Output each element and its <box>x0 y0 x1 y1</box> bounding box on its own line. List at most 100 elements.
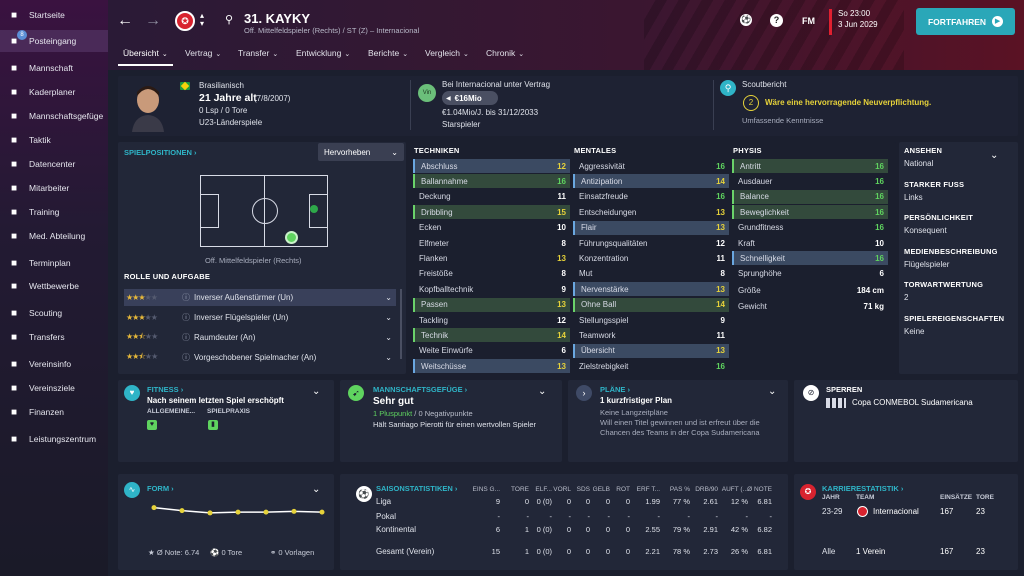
tab-vertrag[interactable]: Vertrag ⌄ <box>185 48 221 58</box>
sidebar-item-kaderplaner[interactable]: ■ Kaderplaner <box>0 81 108 103</box>
morale-title[interactable]: MANNSCHAFTSGEFÜGE › <box>373 385 467 394</box>
sidebar-item-startseite[interactable]: ■ Startseite <box>0 4 108 26</box>
tab-entwicklung[interactable]: Entwicklung ⌄ <box>296 48 350 58</box>
attribute-row[interactable]: Elfmeter 8 <box>413 236 570 250</box>
attribute-row[interactable]: Kopfballtechnik 9 <box>413 282 570 296</box>
column-header[interactable]: ERF T... <box>632 486 660 493</box>
highlight-dropdown[interactable]: Hervorheben ⌄ <box>318 143 404 161</box>
role-row[interactable]: ★★⯪★★ ⓘ Vorgeschobener Spielmacher (An) ⌄ <box>124 349 396 366</box>
role-row[interactable]: ★★★★★ ⓘ Inverser Flügelspieler (Un) ⌄ <box>124 309 396 326</box>
roles-scrollbar[interactable] <box>400 289 402 359</box>
sidebar-item-mitarbeiter[interactable]: ■ Mitarbeiter <box>0 177 108 199</box>
attribute-row[interactable]: Konzentration 11 <box>573 251 729 265</box>
attribute-row[interactable]: Ohne Ball 14 <box>573 297 729 312</box>
attribute-row[interactable]: Aggressivität 16 <box>573 159 729 173</box>
tab-übersicht[interactable]: Übersicht ⌄ <box>123 48 168 58</box>
club-crest-icon[interactable]: ✪ <box>175 11 195 31</box>
sidebar-item-finanzen[interactable]: ■ Finanzen <box>0 401 108 423</box>
season-title[interactable]: SAISONSTATISTIKEN › <box>376 484 457 493</box>
sidebar-item-mannschaft[interactable]: ■ Mannschaft <box>0 57 108 79</box>
sidebar-item-posteingang[interactable]: ■ 8 Posteingang <box>0 30 108 52</box>
role-row[interactable]: ★★★★★ ⓘ Inverser Außenstürmer (Un) ⌄ <box>124 289 396 306</box>
role-row[interactable]: ★★⯪★★ ⓘ Raumdeuter (An) ⌄ <box>124 329 396 346</box>
chevron-down-icon[interactable]: ⌄ <box>990 150 998 161</box>
attribute-row[interactable]: Passen 13 <box>413 297 570 312</box>
attribute-row[interactable]: Einsatzfreude 16 <box>573 190 729 204</box>
attribute-row[interactable]: Teamwork 11 <box>573 328 729 342</box>
sidebar-item-vereinsinfo[interactable]: ■ Vereinsinfo <box>0 353 108 375</box>
fitness-expand-icon[interactable]: ⌄ <box>312 386 320 397</box>
date-box[interactable]: So 23:00 3 Jun 2029 <box>829 9 904 35</box>
attribute-row[interactable]: Übersicht 13 <box>573 343 729 358</box>
career-header[interactable]: JAHR <box>822 494 840 501</box>
attribute-row[interactable]: Abschluss 12 <box>413 159 570 173</box>
attribute-row[interactable]: Weite Einwürfe 6 <box>413 344 570 358</box>
positions-title[interactable]: SPIELPOSITIONEN › <box>124 148 197 157</box>
ball-icon[interactable]: ⚽ <box>740 14 752 26</box>
sidebar-item-wettbewerbe[interactable]: ■ Wettbewerbe <box>0 275 108 297</box>
sidebar-item-datencenter[interactable]: ■ Datencenter <box>0 153 108 175</box>
sidebar-item-leistungszentrum[interactable]: ■ Leistungszentrum <box>0 428 108 450</box>
attribute-row[interactable]: Tackling 12 <box>413 313 570 327</box>
column-header[interactable]: EINS G... <box>472 486 500 493</box>
column-header[interactable]: PAS % <box>662 486 690 493</box>
attribute-row[interactable]: Technik 14 <box>413 328 570 343</box>
form-title[interactable]: FORM › <box>147 484 174 493</box>
club-switch-icon[interactable]: ▴ ▾ <box>200 12 204 28</box>
attribute-row[interactable]: Antizipation 14 <box>573 174 729 189</box>
sidebar-item-vereinsziele[interactable]: ■ Vereinsziele <box>0 377 108 399</box>
attribute-row[interactable]: Stellungsspiel 9 <box>573 313 729 327</box>
attribute-row[interactable]: Grundfitness 16 <box>732 221 888 235</box>
attribute-row[interactable]: Führungsqualitäten 12 <box>573 236 729 250</box>
attribute-row[interactable]: Antritt 16 <box>732 159 888 173</box>
sidebar-item-med-abteilung[interactable]: ■ Med. Abteilung <box>0 225 108 247</box>
tab-vergleich[interactable]: Vergleich ⌄ <box>425 48 469 58</box>
attribute-row[interactable]: Balance 16 <box>732 189 888 204</box>
attribute-row[interactable]: Entscheidungen 13 <box>573 205 729 219</box>
column-header[interactable]: DRB/90 <box>690 486 718 493</box>
attribute-row[interactable]: Zielstrebigkeit 16 <box>573 359 729 373</box>
sidebar-item-taktik[interactable]: ■ Taktik <box>0 129 108 151</box>
attribute-row[interactable]: Flair 13 <box>573 220 729 235</box>
attribute-row[interactable]: Freistöße 8 <box>413 267 570 281</box>
plans-expand-icon[interactable]: ⌄ <box>768 386 776 397</box>
sidebar-item-transfers[interactable]: ■ Transfers <box>0 326 108 348</box>
tab-berichte[interactable]: Berichte ⌄ <box>368 48 408 58</box>
attribute-row[interactable]: Schnelligkeit 16 <box>732 251 888 266</box>
forward-icon[interactable]: → <box>145 12 161 30</box>
sidebar-item-terminplan[interactable]: ■ Terminplan <box>0 252 108 274</box>
tab-chronik[interactable]: Chronik ⌄ <box>486 48 524 58</box>
career-title[interactable]: KARRIERESTATISTIK › <box>822 484 903 493</box>
sidebar-item-mannschaftsgefüge[interactable]: ■ Mannschaftsgefüge <box>0 105 108 127</box>
attribute-row[interactable]: Beweglichkeit 16 <box>732 205 888 220</box>
attribute-row[interactable]: Ballannahme 16 <box>413 174 570 189</box>
tab-transfer[interactable]: Transfer ⌄ <box>238 48 278 58</box>
column-header[interactable]: ROT <box>602 486 630 493</box>
sidebar-item-scouting[interactable]: ■ Scouting <box>0 302 108 324</box>
search-icon[interactable]: ⚲ <box>225 13 233 26</box>
attribute-row[interactable]: Ecken 10 <box>413 221 570 235</box>
attribute-row[interactable]: Nervenstärke 13 <box>573 282 729 297</box>
attribute-row[interactable]: Deckung 11 <box>413 190 570 204</box>
attribute-row[interactable]: Dribbling 15 <box>413 205 570 220</box>
help-icon[interactable]: ? <box>770 14 783 27</box>
attribute-row[interactable]: Kraft 10 <box>732 236 888 250</box>
column-header[interactable]: Ø NOTE <box>744 486 772 493</box>
fitness-title[interactable]: FITNESS › <box>147 385 183 394</box>
career-team[interactable]: Internacional <box>873 507 919 516</box>
attribute-row[interactable]: Ausdauer 16 <box>732 174 888 188</box>
form-expand-icon[interactable]: ⌄ <box>312 484 320 495</box>
attribute-row[interactable]: Mut 8 <box>573 267 729 281</box>
back-icon[interactable]: ← <box>117 12 133 30</box>
continue-button[interactable]: FORTFAHREN ▶ <box>916 8 1015 35</box>
career-header[interactable]: TEAM <box>856 494 874 501</box>
morale-expand-icon[interactable]: ⌄ <box>538 386 546 397</box>
attribute-row[interactable]: Weitschüsse 13 <box>413 359 570 374</box>
career-header[interactable]: TORE <box>976 494 994 501</box>
fm-menu-button[interactable]: FM <box>802 16 815 26</box>
sidebar-item-training[interactable]: ■ Training <box>0 201 108 223</box>
attribute-row[interactable]: Flanken 13 <box>413 251 570 265</box>
career-header[interactable]: EINSÄTZE <box>940 494 972 501</box>
attribute-row[interactable]: Sprunghöhe 6 <box>732 267 888 281</box>
plans-title[interactable]: PLÄNE › <box>600 385 630 394</box>
